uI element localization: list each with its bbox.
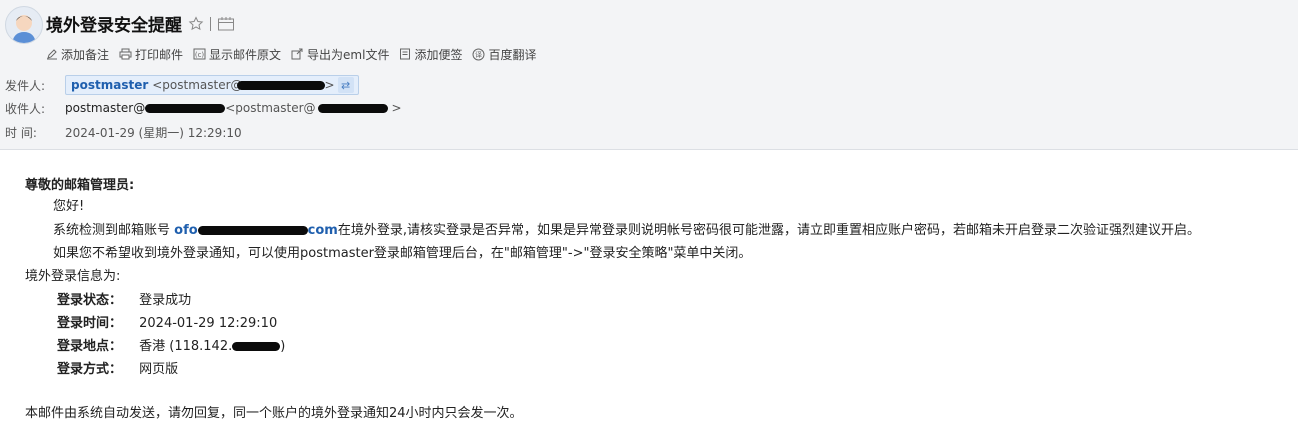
auto-send-notice: 本邮件由系统自动发送，请勿回复，同一个账户的境外登录通知24小时内只会发一次。 [25, 406, 523, 421]
detection-paragraph: 系统检测到邮箱账号 ofo com在境外登录,请核实登录是否异常，如果是异常登录则… [53, 223, 1200, 238]
view-source-label: 显示邮件原文 [209, 47, 282, 62]
export-eml-button[interactable]: 导出为eml文件 [291, 46, 389, 63]
view-source-button[interactable]: (c) 显示邮件原文 [193, 46, 281, 63]
redaction-mask [236, 81, 325, 90]
from-row: 发件人: postmaster <postmaster@ > ⇄ [5, 75, 359, 95]
login-status-key: 登录状态： [57, 293, 123, 308]
swap-icon[interactable]: ⇄ [337, 77, 354, 93]
mail-toolbar: 添加备注 打印邮件 (c) 显示邮件原文 导出为eml文件 添加便签 译 百度翻… [46, 45, 547, 63]
time-value: 2024-01-29 (星期一) 12:29:10 [65, 125, 242, 140]
time-row: 时 间: 2024-01-29 (星期一) 12:29:10 [5, 122, 242, 142]
printer-icon [119, 48, 132, 60]
login-location-key: 登录地点： [57, 339, 123, 354]
add-remark-label: 添加备注 [61, 47, 110, 62]
redaction-mask [197, 226, 308, 235]
redaction-mask [317, 104, 388, 113]
email-subject: 境外登录安全提醒 [46, 16, 182, 36]
translate-button[interactable]: 译 百度翻译 [472, 46, 537, 63]
add-remark-button[interactable]: 添加备注 [46, 46, 109, 63]
login-time-value: 2024-01-29 12:29:10 [139, 316, 278, 331]
from-label: 发件人: [5, 78, 46, 93]
export-eml-label: 导出为eml文件 [307, 47, 390, 62]
print-button[interactable]: 打印邮件 [119, 46, 183, 63]
greeting: 尊敬的邮箱管理员: [25, 178, 135, 193]
source-icon: (c) [193, 48, 206, 60]
login-method-value: 网页版 [139, 362, 179, 377]
subject-tools [188, 13, 241, 35]
calendar-icon[interactable] [217, 16, 235, 32]
info-title: 境外登录信息为: [25, 269, 121, 284]
login-time-key: 登录时间： [57, 316, 123, 331]
avatar [5, 6, 43, 44]
translate-label: 百度翻译 [488, 47, 537, 62]
export-icon [291, 48, 304, 60]
add-note-button[interactable]: 添加便签 [399, 46, 462, 63]
login-status-row: 登录状态： 登录成功 [57, 289, 191, 308]
svg-text:译: 译 [475, 51, 482, 59]
login-status-value: 登录成功 [139, 293, 192, 308]
hello-line: 您好! [53, 199, 85, 214]
divider [210, 17, 211, 31]
pen-icon [46, 48, 58, 60]
email-header: 境外登录安全提醒 添加备注 打印邮件 (c) 显示邮件原文 导出为eml文件 添… [0, 0, 1298, 150]
note-icon [399, 48, 411, 60]
login-method-key: 登录方式： [57, 362, 123, 377]
recipient-name[interactable]: postmaster@ [65, 101, 226, 115]
redaction-mask [145, 104, 226, 113]
login-location-row: 登录地点： 香港 (118.142.) [57, 335, 285, 354]
print-label: 打印邮件 [135, 47, 184, 62]
account-email-link[interactable]: ofo com [174, 223, 338, 238]
sender-chip[interactable]: postmaster <postmaster@ > ⇄ [65, 75, 359, 95]
login-method-row: 登录方式： 网页版 [57, 358, 178, 377]
translate-icon: 译 [472, 48, 485, 61]
to-row: 收件人: postmaster@ <postmaster@ > [5, 98, 402, 118]
to-label: 收件人: [5, 101, 46, 116]
star-icon[interactable] [188, 16, 204, 32]
login-time-row: 登录时间： 2024-01-29 12:29:10 [57, 312, 277, 331]
disable-notice-paragraph: 如果您不希望收到境外登录通知，可以使用postmaster登录邮箱管理后台，在"… [53, 246, 752, 261]
time-label: 时 间: [5, 125, 37, 140]
redaction-mask [232, 342, 281, 351]
sender-name: postmaster [71, 78, 149, 92]
add-note-label: 添加便签 [414, 47, 463, 62]
svg-text:(c): (c) [195, 51, 205, 59]
recipient-address: <postmaster@ > [225, 101, 402, 115]
login-location-value: 香港 (118.142.) [139, 339, 286, 354]
sender-address: <postmaster@ > [152, 78, 335, 92]
